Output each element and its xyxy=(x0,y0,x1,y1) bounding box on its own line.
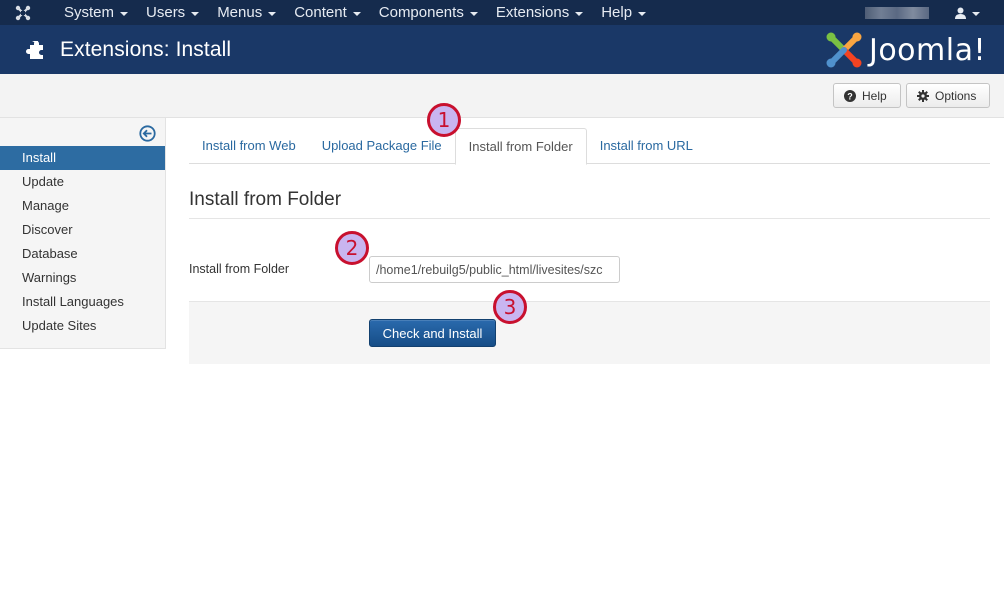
menu-users[interactable]: Users xyxy=(137,0,208,25)
brand-name: Joomla! xyxy=(868,32,986,68)
menu-label: Components xyxy=(378,4,464,21)
menu-components[interactable]: Components xyxy=(370,0,487,25)
menu-label: System xyxy=(64,4,115,21)
options-button[interactable]: Options xyxy=(906,83,990,108)
section-divider xyxy=(189,218,990,219)
caret-down-icon xyxy=(575,11,584,16)
install-tabs: Install from Web Upload Package File Ins… xyxy=(189,128,990,165)
tab-install-from-url[interactable]: Install from URL xyxy=(587,128,706,164)
caret-down-icon xyxy=(268,11,277,16)
joomla-logo-icon[interactable] xyxy=(0,0,46,25)
page-title: Extensions: Install xyxy=(60,37,232,61)
top-navbar: System Users Menus Content Components Ex… xyxy=(0,0,1004,25)
caret-down-icon xyxy=(638,11,647,16)
menu-label: Help xyxy=(601,4,633,21)
menu-help[interactable]: Help xyxy=(592,0,655,25)
user-icon xyxy=(955,7,966,19)
sidebar-item-discover[interactable]: Discover xyxy=(0,218,165,242)
menu-content[interactable]: Content xyxy=(285,0,370,25)
main-menu: System Users Menus Content Components Ex… xyxy=(46,0,655,25)
sidebar-item-database[interactable]: Database xyxy=(0,242,165,266)
menu-label: Users xyxy=(146,4,186,21)
menu-extensions[interactable]: Extensions xyxy=(487,0,592,25)
callout-3: 3 xyxy=(493,290,527,324)
caret-down-icon xyxy=(352,11,361,16)
sidebar-item-manage[interactable]: Manage xyxy=(0,194,165,218)
sidebar-item-install-languages[interactable]: Install Languages xyxy=(0,290,165,314)
section-title: Install from Folder xyxy=(189,189,342,210)
folder-field-label: Install from Folder xyxy=(189,262,290,276)
sidebar-item-install[interactable]: Install xyxy=(0,146,165,170)
sidebar-item-warnings[interactable]: Warnings xyxy=(0,266,165,290)
caret-down-icon xyxy=(972,11,980,16)
svg-text:?: ? xyxy=(847,91,853,101)
install-folder-input[interactable] xyxy=(369,256,620,283)
caret-down-icon xyxy=(120,11,129,16)
arrow-circle-left-icon xyxy=(139,125,156,142)
site-name-blurred[interactable] xyxy=(865,6,929,19)
help-button[interactable]: ? Help xyxy=(833,83,901,108)
sidebar: Install Update Manage Discover Database … xyxy=(0,118,166,349)
callout-2: 2 xyxy=(335,231,369,265)
user-menu[interactable] xyxy=(955,7,980,19)
caret-down-icon xyxy=(191,11,200,16)
toolbar: ? Help Options xyxy=(0,74,1004,118)
topnav-right xyxy=(865,0,1004,25)
tab-install-from-folder[interactable]: Install from Folder xyxy=(454,128,587,165)
sidebar-toggle[interactable] xyxy=(139,125,156,142)
puzzle-icon xyxy=(26,40,43,59)
gear-icon xyxy=(917,89,929,102)
caret-down-icon xyxy=(469,11,478,16)
joomla-logo-icon xyxy=(826,32,862,68)
sidebar-item-update-sites[interactable]: Update Sites xyxy=(0,314,165,338)
options-label: Options xyxy=(935,88,977,103)
tab-install-from-web[interactable]: Install from Web xyxy=(189,128,309,164)
help-label: Help xyxy=(862,88,887,103)
page-header: Extensions: Install Joomla! xyxy=(0,25,1004,74)
menu-label: Menus xyxy=(217,4,263,21)
joomla-brand: Joomla! xyxy=(825,31,986,69)
callout-1: 1 xyxy=(427,103,461,137)
sidebar-item-update[interactable]: Update xyxy=(0,170,165,194)
menu-label: Content xyxy=(294,4,347,21)
sidebar-nav: Install Update Manage Discover Database … xyxy=(0,146,165,338)
menu-label: Extensions xyxy=(495,4,570,21)
menu-menus[interactable]: Menus xyxy=(208,0,285,25)
form-actions xyxy=(189,301,990,364)
check-and-install-button[interactable]: Check and Install xyxy=(369,319,496,347)
question-circle-icon: ? xyxy=(844,89,856,102)
menu-system[interactable]: System xyxy=(46,0,137,25)
